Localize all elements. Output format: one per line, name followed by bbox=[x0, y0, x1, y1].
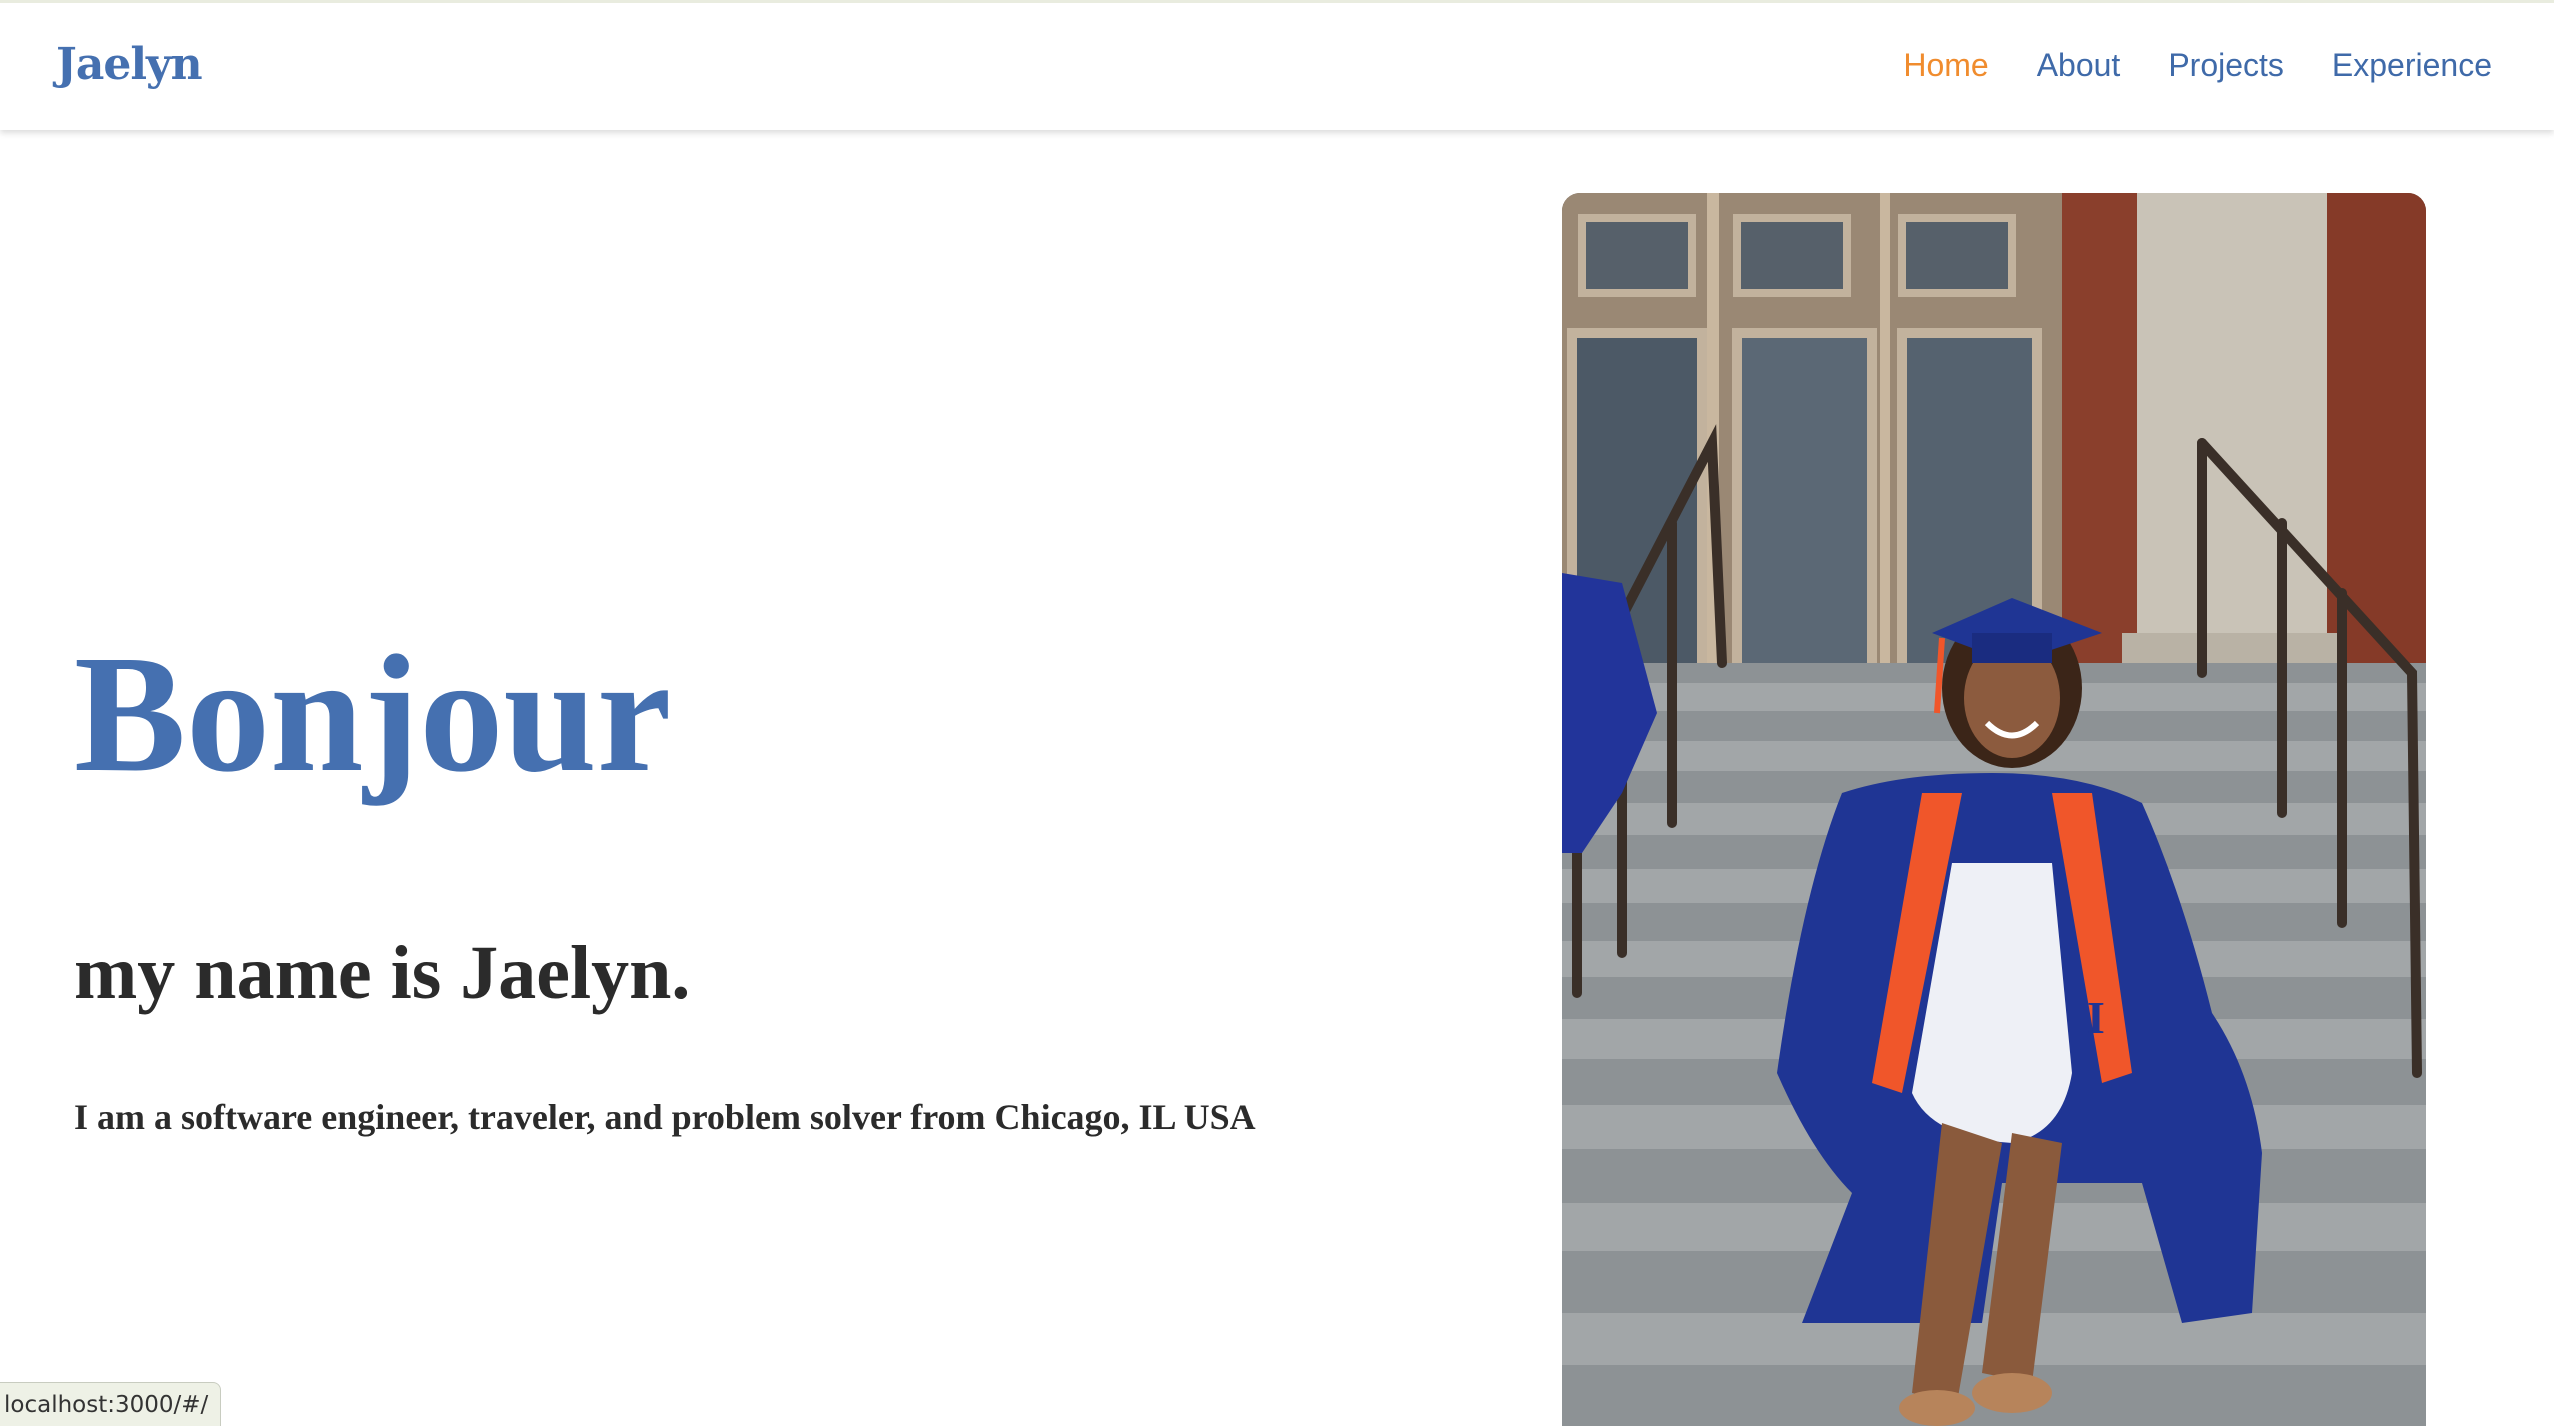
hero-greeting: Bonjour bbox=[74, 621, 672, 807]
svg-text:I: I bbox=[2087, 992, 2105, 1043]
nav-link-projects[interactable]: Projects bbox=[2168, 47, 2284, 84]
nav-links: Home About Projects Experience bbox=[1903, 47, 2492, 84]
navbar: Jaelyn Home About Projects Experience bbox=[0, 0, 2554, 130]
hero-intro: my name is Jaelyn. bbox=[74, 931, 691, 1015]
browser-status-bar: localhost:3000/#/ bbox=[0, 1382, 222, 1426]
nav-link-about[interactable]: About bbox=[2037, 47, 2121, 84]
nav-link-home[interactable]: Home bbox=[1903, 47, 1988, 84]
hero-tagline: I am a software engineer, traveler, and … bbox=[74, 1097, 1256, 1137]
graduate-portrait-photo: I bbox=[1562, 193, 2426, 1426]
brand-logo-link[interactable]: Jaelyn bbox=[56, 39, 203, 90]
nav-link-experience[interactable]: Experience bbox=[2332, 47, 2492, 84]
